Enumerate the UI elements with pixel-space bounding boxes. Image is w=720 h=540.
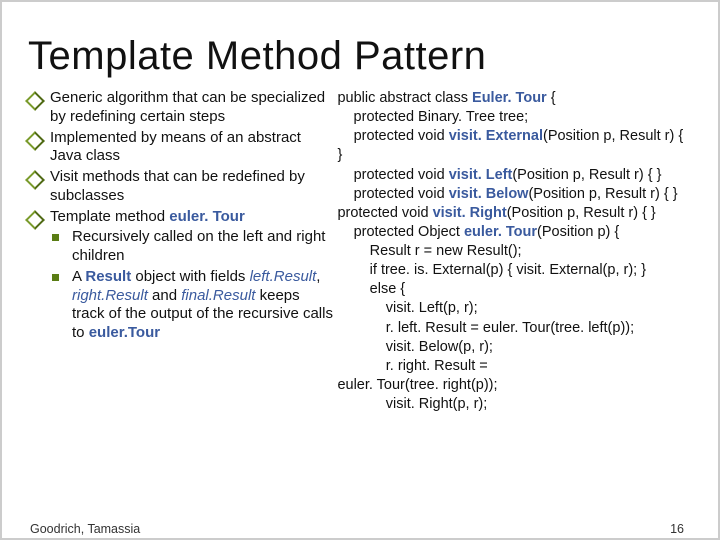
slide-frame: Template Method Pattern Generic algorith… <box>0 0 720 540</box>
c4b: visit. Left <box>449 167 513 183</box>
bullet-3-text: Visit methods that can be redefined by s… <box>50 168 305 204</box>
c4c: (Position p, Result r) { } <box>512 167 661 183</box>
c3b: visit. External <box>449 128 543 144</box>
bullet-3: Visit methods that can be redefined by s… <box>28 168 333 206</box>
s2j: euler.Tour <box>89 324 160 341</box>
code-line-3: protected void visit. External(Position … <box>337 127 692 165</box>
s2e: , <box>316 268 320 285</box>
code-line-8: if tree. is. External(p) { visit. Extern… <box>337 261 692 280</box>
code-line-10: visit. Left(p, r); <box>337 299 692 318</box>
s2h: final.Result <box>181 287 255 304</box>
code-line-6: protected Object euler. Tour(Position p)… <box>337 223 692 242</box>
c3a: protected void <box>337 128 448 144</box>
s2g: and <box>148 287 181 304</box>
s2c: object with fields <box>131 268 249 285</box>
code-line-2: protected Binary. Tree tree; <box>337 108 692 127</box>
s2a: A <box>72 268 85 285</box>
code-line-7: Result r = new Result(); <box>337 242 692 261</box>
bullet-4: Template method euler. Tour Recursively … <box>28 208 333 343</box>
s2d: left.Result <box>250 268 317 285</box>
c6b: euler. Tour <box>464 224 537 240</box>
s2b: Result <box>85 268 131 285</box>
code-line-9: else { <box>337 280 692 299</box>
c5d: visit. Right <box>433 205 507 221</box>
code-line-11: r. left. Result = euler. Tour(tree. left… <box>337 319 692 338</box>
bullet-2-text: Implemented by means of an abstract Java… <box>50 129 301 165</box>
sub-bullet-1: Recursively called on the left and right… <box>50 228 333 266</box>
left-column: Generic algorithm that can be specialize… <box>28 89 333 538</box>
s2f: right.Result <box>72 287 148 304</box>
sub-bullet-1-text: Recursively called on the left and right… <box>72 228 325 264</box>
c6a: protected Object <box>337 224 464 240</box>
code-line-13: r. right. Result = <box>337 357 692 376</box>
footer-authors: Goodrich, Tamassia <box>30 522 140 536</box>
c4a: protected void <box>337 167 448 183</box>
code-line-1: public abstract class Euler. Tour { <box>337 89 692 108</box>
c1b: Euler. Tour <box>472 90 547 106</box>
bullet-list: Generic algorithm that can be specialize… <box>28 89 333 343</box>
sub-bullet-list: Recursively called on the left and right… <box>50 228 333 343</box>
c5a: protected void <box>337 186 448 202</box>
page-number: 16 <box>670 522 684 536</box>
c1c: { <box>547 90 556 106</box>
bullet-1-text: Generic algorithm that can be specialize… <box>50 89 325 125</box>
sub-bullet-2: A Result object with fields left.Result,… <box>50 268 333 343</box>
slide-title: Template Method Pattern <box>28 34 692 79</box>
c6c: (Position p) { <box>537 224 619 240</box>
bullet-4-prefix: Template method <box>50 208 169 225</box>
right-column-code: public abstract class Euler. Tour { prot… <box>333 89 692 538</box>
code-line-5: protected void visit. Below (Position p, … <box>337 185 692 223</box>
bullet-1: Generic algorithm that can be specialize… <box>28 89 333 127</box>
c5b: visit. Below <box>449 186 529 202</box>
code-line-15: visit. Right(p, r); <box>337 395 692 414</box>
content-columns: Generic algorithm that can be specialize… <box>28 89 692 538</box>
bullet-2: Implemented by means of an abstract Java… <box>28 129 333 167</box>
code-line-14: euler. Tour(tree. right(p)); <box>337 376 692 395</box>
c1a: public abstract class <box>337 90 472 106</box>
bullet-4-method: euler. Tour <box>169 208 245 225</box>
c5e: (Position p, Result r) { } <box>507 205 656 221</box>
code-line-12: visit. Below(p, r); <box>337 338 692 357</box>
code-line-4: protected void visit. Left(Position p, R… <box>337 166 692 185</box>
